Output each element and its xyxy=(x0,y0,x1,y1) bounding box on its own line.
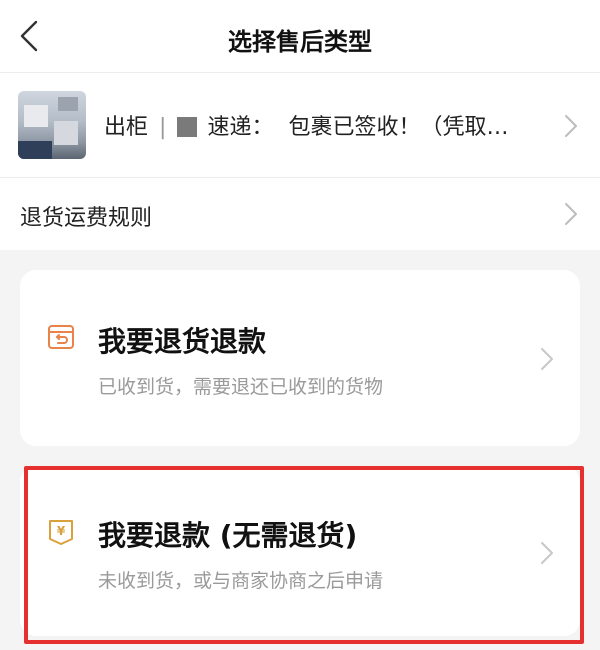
page-title: 选择售后类型 xyxy=(228,28,372,56)
option-title: 我要退款 (无需退货) xyxy=(98,519,358,552)
return-package-icon xyxy=(48,325,74,349)
redacted-block xyxy=(177,117,198,137)
chevron-right-icon xyxy=(565,203,577,225)
order-prefix: 出柜 xyxy=(104,115,149,140)
order-separator: | xyxy=(159,115,167,140)
chevron-right-icon xyxy=(541,348,553,370)
return-shipping-rules-row[interactable]: 退货运费规则 xyxy=(0,178,600,250)
product-thumbnail xyxy=(18,91,86,159)
chevron-right-icon xyxy=(541,542,553,564)
option-subtitle: 未收到货，或与商家协商之后申请 xyxy=(98,570,384,592)
option-title: 我要退货退款 xyxy=(98,325,267,358)
refund-yen-icon: ¥ xyxy=(49,520,73,545)
svg-text:¥: ¥ xyxy=(57,524,66,538)
top-nav-bar: 选择售后类型 xyxy=(0,0,600,73)
order-courier-tail: 速递： xyxy=(207,115,274,140)
return-shipping-rules-label: 退货运费规则 xyxy=(20,206,153,231)
order-status-text: 出柜 | 速递： 包裹已签收！（凭取… xyxy=(104,109,544,141)
order-status: 包裹已签收！（凭取… xyxy=(288,115,509,140)
option-refund-only[interactable]: ¥ 我要退款 (无需退货) 未收到货，或与商家协商之后申请 xyxy=(20,466,580,636)
option-return-and-refund[interactable]: 我要退货退款 已收到货，需要退还已收到的货物 xyxy=(20,270,580,446)
option-subtitle: 已收到货，需要退还已收到的货物 xyxy=(98,376,384,398)
order-summary-row[interactable]: 出柜 | 速递： 包裹已签收！（凭取… xyxy=(0,73,600,178)
chevron-right-icon xyxy=(565,115,577,137)
